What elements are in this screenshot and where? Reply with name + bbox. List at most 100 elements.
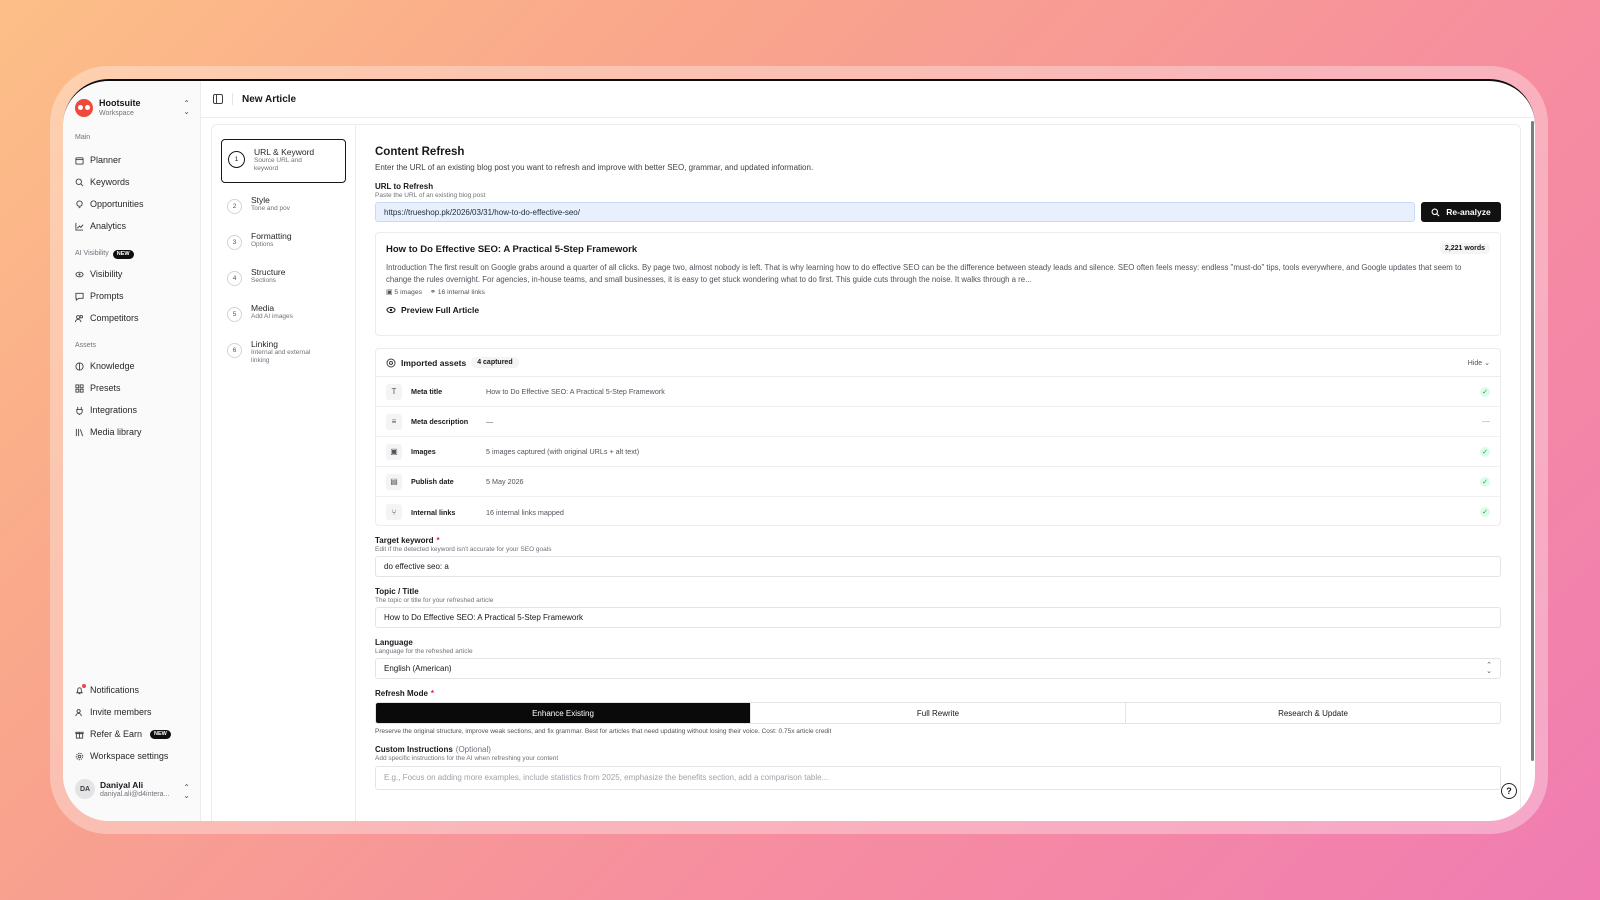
mode-full-rewrite[interactable]: Full Rewrite	[751, 703, 1126, 723]
step-structure[interactable]: 4 Structure Sections	[221, 261, 346, 297]
step-number: 1	[228, 151, 245, 168]
step-title: Style	[251, 195, 270, 205]
preview-full-article-button[interactable]: Preview Full Article	[386, 305, 1490, 315]
language-value: English (American)	[384, 664, 452, 673]
mode-research-update[interactable]: Research & Update	[1126, 703, 1500, 723]
required-marker: *	[436, 536, 440, 545]
section-main-label: Main	[75, 134, 91, 141]
mode-enhance-existing[interactable]: Enhance Existing	[376, 703, 751, 723]
sidebar-item-competitors[interactable]: Competitors	[63, 307, 200, 329]
keyword-hint: Edit if the detected keyword isn't accur…	[375, 546, 552, 553]
sidebar-item-opportunities[interactable]: Opportunities	[63, 193, 200, 215]
sidebar-item-label: Analytics	[90, 221, 127, 231]
plug-icon	[76, 406, 83, 415]
sidebar-item-prompts[interactable]: Prompts	[63, 285, 200, 307]
sidebar-item-notifications[interactable]: Notifications	[63, 679, 200, 701]
step-desc: Sections	[251, 277, 276, 284]
sidebar-item-media-library[interactable]: Media library	[63, 421, 200, 443]
step-number: 4	[227, 271, 242, 286]
step-media[interactable]: 5 Media Add AI images	[221, 297, 346, 333]
scrollbar[interactable]	[1531, 121, 1534, 761]
image-icon: ▣	[386, 443, 402, 460]
step-style[interactable]: 2 Style Tone and pov	[221, 189, 346, 225]
step-title: Media	[251, 303, 275, 313]
chevron-updown-icon: ⌃ ⌄	[1486, 661, 1492, 675]
sidebar-item-presets[interactable]: Presets	[63, 377, 200, 399]
sidebar-item-planner[interactable]: Planner	[63, 149, 200, 171]
help-button[interactable]: ?	[1501, 783, 1517, 799]
language-label: Language	[375, 638, 413, 647]
user-menu[interactable]: DA Daniyal Ali daniyal.ali@d4intera... ⌃…	[63, 775, 200, 803]
topbar-divider	[232, 93, 233, 105]
sidebar-item-refer[interactable]: Refer & Earn NEW	[63, 723, 200, 745]
article-preview-card: How to Do Effective SEO: A Practical 5-S…	[375, 232, 1501, 336]
topbar: New Article	[201, 81, 1535, 118]
sidebar-item-analytics[interactable]: Analytics	[63, 215, 200, 237]
avatar: DA	[75, 779, 95, 799]
asset-row-internal-links: ⑂ Internal links 16 internal links mappe…	[376, 497, 1500, 527]
workspace-switcher[interactable]: Hootsuite Workspace ⌃ ⌄	[63, 81, 200, 117]
chevron-updown-icon: ⌃ ⌄	[183, 783, 190, 800]
check-icon: ✓	[1480, 386, 1490, 397]
new-badge: NEW	[112, 249, 134, 259]
imported-assets-panel: Imported assets 4 captured Hide ⌄ T Meta…	[375, 348, 1501, 526]
sidebar-item-keywords[interactable]: Keywords	[63, 171, 200, 193]
sidebar-item-invite[interactable]: Invite members	[63, 701, 200, 723]
step-title: Linking	[251, 339, 278, 349]
asset-row-images: ▣ Images 5 images captured (with origina…	[376, 437, 1500, 467]
dash-icon: —	[1482, 417, 1490, 426]
asset-value: 5 images captured (with original URLs + …	[486, 447, 640, 456]
topic-label: Topic / Title	[375, 587, 419, 596]
gift-icon	[75, 731, 84, 739]
image-icon: ▣	[386, 289, 393, 296]
step-title: URL & Keyword	[254, 147, 315, 157]
sidebar-item-knowledge[interactable]: Knowledge	[63, 355, 200, 377]
mode-label: Refresh Mode *	[375, 689, 1501, 699]
hide-toggle[interactable]: Hide ⌄	[1468, 359, 1490, 367]
section-ai-text: AI Visibility	[75, 250, 109, 257]
url-hint: Paste the URL of an existing blog post	[375, 192, 486, 199]
sidebar-toggle-icon[interactable]	[213, 94, 223, 104]
asset-name: Publish date	[411, 477, 454, 486]
search-icon	[75, 178, 84, 186]
required-marker: *	[430, 689, 435, 698]
chevron-down-icon: ⌄	[1484, 359, 1490, 367]
package-icon	[386, 358, 396, 367]
custom-label-text: Custom Instructions	[375, 745, 453, 754]
chevron-updown-icon: ⌃ ⌄	[183, 99, 190, 116]
new-badge: NEW	[150, 729, 171, 739]
user-plus-icon	[75, 708, 82, 716]
reanalyze-label: Re-analyze	[1446, 207, 1491, 217]
sidebar-item-integrations[interactable]: Integrations	[63, 399, 200, 421]
asset-value: How to Do Effective SEO: A Practical 5-S…	[486, 387, 665, 396]
topic-input[interactable]: How to Do Effective SEO: A Practical 5-S…	[375, 607, 1501, 628]
step-linking[interactable]: 6 Linking Internal and external linking	[221, 333, 346, 369]
keyword-label-text: Target keyword	[375, 536, 434, 545]
sidebar-bottom: Notifications Invite members Refer & Ear…	[63, 679, 200, 803]
asset-row-meta-description: ≡ Meta description — —	[376, 407, 1500, 437]
reanalyze-button[interactable]: Re-analyze	[1421, 202, 1501, 222]
sidebar-item-visibility[interactable]: Visibility	[63, 263, 200, 285]
section-assets-label: Assets	[75, 342, 97, 349]
message-icon	[75, 292, 84, 301]
language-select[interactable]: English (American) ⌃ ⌄	[375, 658, 1501, 679]
sidebar-item-workspace-settings[interactable]: Workspace settings	[63, 745, 200, 767]
sidebar-item-label: Competitors	[90, 313, 139, 323]
keyword-input[interactable]: do effective seo: a	[375, 556, 1501, 577]
sidebar-item-label: Visibility	[90, 269, 123, 279]
step-title: Formatting	[251, 231, 292, 241]
asset-name: Meta title	[411, 387, 443, 396]
language-hint: Language for the refreshed article	[375, 648, 473, 655]
notification-dot	[82, 683, 86, 688]
step-url-keyword[interactable]: 1 URL & Keyword Source URL and keyword	[221, 139, 346, 183]
sidebar-item-label: Media library	[90, 427, 142, 437]
url-label: URL to Refresh	[375, 182, 434, 191]
step-formatting[interactable]: 3 Formatting Options	[221, 225, 346, 261]
step-desc: Tone and pov	[251, 205, 291, 212]
gear-icon	[75, 752, 84, 760]
mode-label-text: Refresh Mode	[375, 689, 428, 698]
url-input[interactable]: https://trueshop.pk/2026/03/31/how-to-do…	[375, 202, 1415, 222]
custom-instructions-textarea[interactable]: E.g., Focus on adding more examples, inc…	[375, 766, 1501, 790]
check-icon: ✓	[1480, 446, 1490, 457]
sidebar-item-label: Prompts	[90, 291, 124, 301]
